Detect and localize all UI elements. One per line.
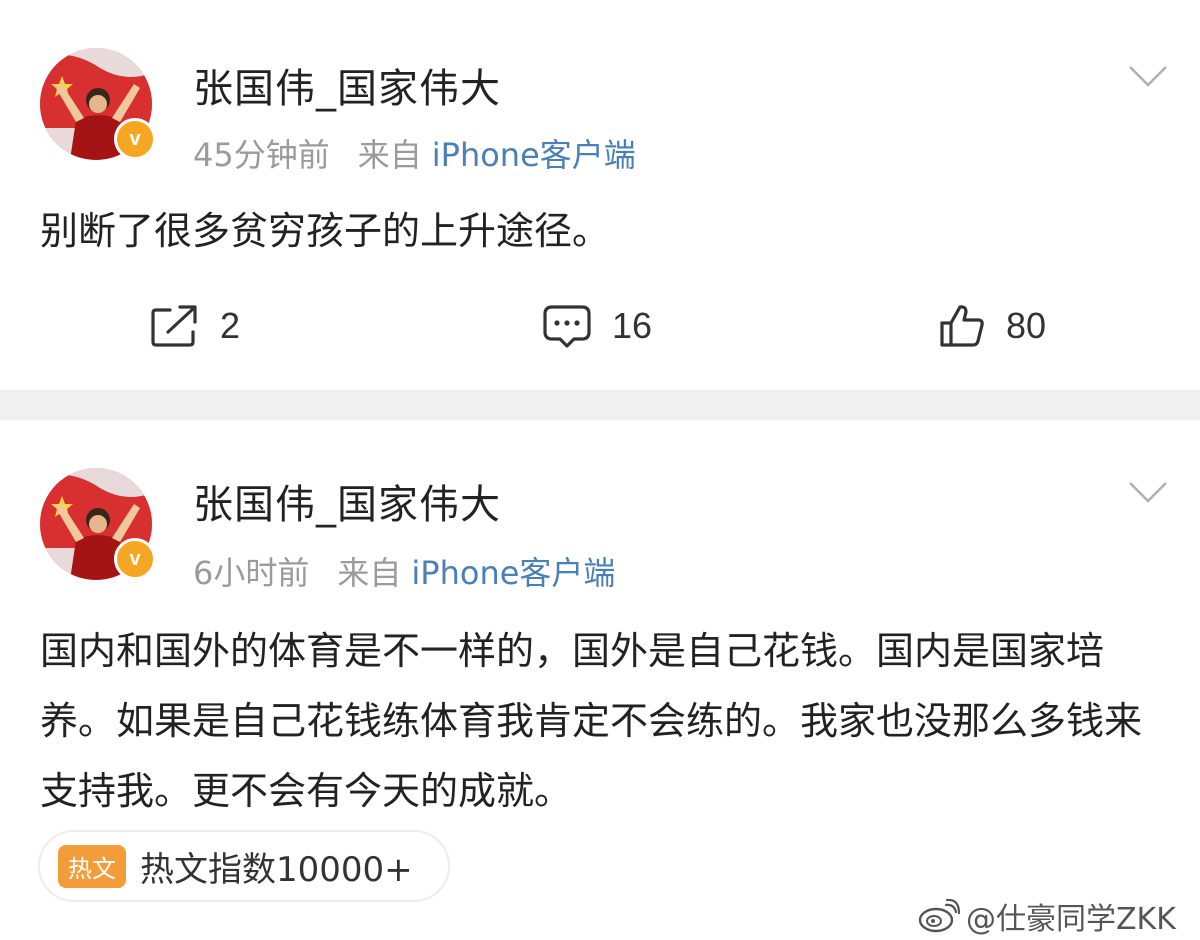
- share-button[interactable]: 2: [150, 298, 240, 354]
- weibo-logo-icon: [918, 899, 960, 933]
- comment-count: 16: [612, 305, 653, 346]
- share-count: 2: [220, 305, 241, 346]
- avatar[interactable]: v: [40, 468, 156, 580]
- watermark: @仕豪同学ZKK: [918, 894, 1176, 938]
- source-link[interactable]: iPhone客户端: [432, 136, 636, 174]
- feed-separator: [0, 390, 1200, 420]
- post-text: 国内和国外的体育是不一样的，国外是自己花钱。国内是国家培养。如果是自己花钱练体育…: [40, 629, 1143, 813]
- source-link[interactable]: iPhone客户端: [411, 554, 615, 592]
- post-time: 45分钟前: [193, 136, 330, 174]
- comment-button[interactable]: 16: [542, 298, 652, 354]
- source-prefix: 来自: [337, 554, 402, 592]
- username[interactable]: 张国伟_国家伟大: [193, 56, 501, 114]
- post-card: v 张国伟_国家伟大 6小时前 来自 iPhone客户端 国内和国外的体育是不一样的…: [0, 420, 1200, 940]
- comment-icon: [543, 305, 591, 348]
- hot-index-badge[interactable]: 热文 热文指数10000+: [38, 830, 450, 902]
- share-icon: [151, 305, 197, 347]
- like-count: 80: [1006, 305, 1047, 346]
- like-button[interactable]: 80: [938, 298, 1046, 354]
- hot-tag: 热文: [58, 844, 126, 888]
- like-icon: [940, 305, 984, 347]
- post-time: 6小时前: [193, 554, 310, 592]
- watermark-text: @仕豪同学ZKK: [966, 902, 1176, 937]
- hot-index-text: 热文指数10000+: [140, 849, 413, 890]
- chevron-down-icon[interactable]: [1128, 480, 1168, 504]
- verified-badge-icon: v: [114, 538, 156, 580]
- source-prefix: 来自: [357, 136, 422, 174]
- post-card: v 张国伟_国家伟大 45分钟前 来自 iPhone客户端 别断了很多贫穷孩子的上升…: [0, 0, 1200, 390]
- avatar[interactable]: v: [40, 48, 156, 160]
- action-bar: 2 16 80: [0, 298, 1200, 354]
- verified-badge-icon: v: [114, 118, 156, 160]
- chevron-down-icon[interactable]: [1128, 64, 1168, 88]
- username[interactable]: 张国伟_国家伟大: [193, 472, 501, 530]
- weibo-screenshot: v 张国伟_国家伟大 45分钟前 来自 iPhone客户端 别断了很多贫穷孩子的上升…: [0, 0, 1200, 940]
- post-meta: 45分钟前 来自 iPhone客户端: [193, 130, 636, 176]
- post-text: 别断了很多贫穷孩子的上升途径。: [40, 209, 611, 253]
- post-meta: 6小时前 来自 iPhone客户端: [193, 548, 615, 594]
